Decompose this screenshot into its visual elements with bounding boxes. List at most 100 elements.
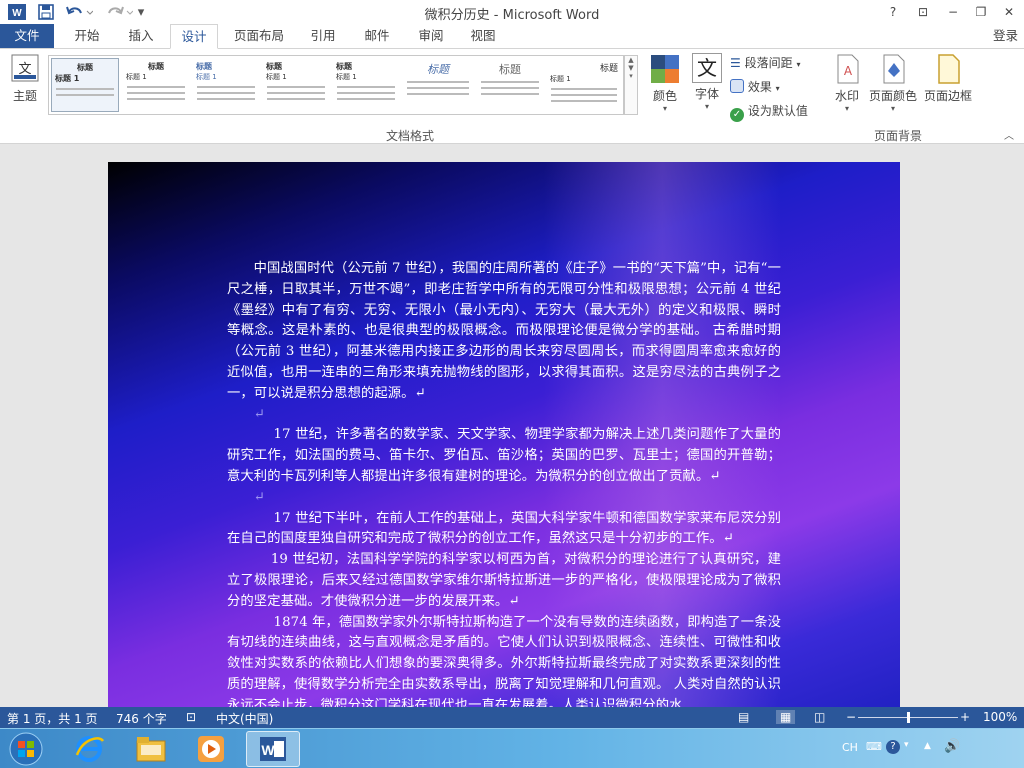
- zoom-in-button[interactable]: +: [960, 710, 970, 724]
- document-page[interactable]: 中国战国时代（公元前 7 世纪），我国的庄周所著的《庄子》一书的“天下篇”中，记…: [108, 162, 900, 707]
- show-hidden-icons-icon[interactable]: ▲: [924, 741, 931, 751]
- tab-design[interactable]: 设计: [170, 24, 218, 49]
- style-subheading: 标题 1: [336, 73, 357, 81]
- group-document-formatting: 文档格式: [386, 129, 435, 143]
- style-gallery-item[interactable]: 标题 标题 1: [263, 58, 329, 112]
- tab-mailings[interactable]: 邮件: [354, 24, 400, 48]
- svg-text:W: W: [261, 742, 275, 758]
- tab-home[interactable]: 开始: [64, 24, 110, 48]
- title-bar: W ▾ 微积分历史 - Microsoft Word ? ⊡ − ❐ ✕: [0, 0, 1024, 24]
- colors-icon: [650, 53, 680, 85]
- tab-file[interactable]: 文件: [0, 24, 54, 48]
- web-layout-icon[interactable]: ◫: [814, 710, 825, 724]
- ribbon-design: 文 主题 标题 标题 1 标题 标题 1 标题 标题 1 标题 标题 1 标题 …: [0, 48, 1024, 144]
- colors-label: 颜色: [652, 89, 677, 103]
- themes-icon: 文: [10, 53, 40, 85]
- style-gallery-item[interactable]: 标题 标题 1: [123, 58, 189, 112]
- document-body[interactable]: 中国战国时代（公元前 7 世纪），我国的庄周所著的《庄子》一书的“天下篇”中，记…: [227, 259, 781, 707]
- fonts-button[interactable]: 文 字体 ▾: [688, 53, 726, 111]
- proofing-icon[interactable]: ⊡: [186, 710, 196, 724]
- window-title: 微积分历史 - Microsoft Word: [424, 8, 600, 23]
- style-gallery-item[interactable]: 标题 标题 1: [333, 58, 399, 112]
- zoom-slider-thumb[interactable]: [906, 712, 910, 723]
- ribbon-tabs: 文件 开始 插入 设计 页面布局 引用 邮件 审阅 视图 登录: [0, 24, 1024, 49]
- style-subheading: 标题 1: [550, 75, 571, 83]
- style-gallery-item[interactable]: 标题: [477, 58, 543, 112]
- tray-options-icon[interactable]: ▾: [904, 740, 909, 750]
- style-heading: 标题: [196, 62, 212, 71]
- style-heading: 标题: [599, 64, 618, 74]
- paragraph-spacing-label: 段落间距: [744, 56, 793, 70]
- themes-button[interactable]: 文 主题: [6, 53, 44, 104]
- page-borders-button[interactable]: 页面边框: [922, 53, 974, 104]
- page-color-icon: [878, 53, 908, 85]
- style-subheading: 标题 1: [55, 74, 80, 83]
- minimize-button[interactable]: −: [941, 2, 965, 22]
- language-indicator[interactable]: 中文(中国): [216, 710, 273, 727]
- style-subheading: 标题 1: [266, 73, 287, 81]
- chevron-down-icon: ▾: [775, 84, 780, 93]
- group-page-background: 页面背景: [874, 129, 923, 143]
- page-borders-label: 页面边框: [923, 89, 972, 103]
- paragraph-spacing-button[interactable]: ☰ 段落间距 ▾: [730, 53, 800, 73]
- tab-page-layout[interactable]: 页面布局: [226, 24, 292, 48]
- zoom-out-button[interactable]: −: [846, 710, 856, 724]
- svg-text:A: A: [844, 64, 853, 78]
- read-mode-icon[interactable]: ▤: [738, 710, 749, 724]
- effects-label: 效果: [747, 80, 772, 94]
- maximize-button[interactable]: ❐: [969, 2, 993, 22]
- checkmark-icon: ✓: [730, 108, 744, 122]
- watermark-button[interactable]: A 水印 ▾: [830, 53, 864, 113]
- style-gallery-item[interactable]: 标题 标题 1: [51, 58, 119, 112]
- ribbon-display-button[interactable]: ⊡: [911, 2, 935, 22]
- file-explorer-icon[interactable]: [124, 731, 178, 767]
- set-as-default-button[interactable]: ✓ 设为默认值: [730, 101, 808, 122]
- page-count[interactable]: 第 1 页，共 1 页: [7, 710, 98, 727]
- status-bar: 第 1 页，共 1 页 746 个字 ⊡ 中文(中国) ▤ ▦ ◫ − + 10…: [0, 707, 1024, 728]
- page-color-button[interactable]: 页面颜色 ▾: [866, 53, 920, 113]
- tray-language[interactable]: CH: [842, 741, 858, 754]
- zoom-level[interactable]: 100%: [983, 710, 1017, 724]
- gallery-scroll[interactable]: ▲ ▼ ▾: [624, 55, 638, 115]
- set-as-default-label: 设为默认值: [747, 104, 808, 118]
- collapse-ribbon-icon[interactable]: ︿: [1004, 127, 1014, 142]
- tab-references[interactable]: 引用: [300, 24, 346, 48]
- microsoft-word-taskbar-icon[interactable]: W: [246, 731, 300, 767]
- word-count[interactable]: 746 个字: [116, 710, 167, 727]
- paragraph-spacing-icon: ☰: [730, 56, 741, 70]
- volume-icon[interactable]: 🔊: [944, 739, 960, 754]
- watermark-dropdown-icon: ▾: [844, 104, 849, 113]
- paragraph: 中国战国时代（公元前 7 世纪），我国的庄周所著的《庄子》一书的“天下篇”中，记…: [227, 261, 781, 401]
- colors-button[interactable]: 颜色 ▾: [644, 53, 686, 113]
- media-player-icon[interactable]: [184, 731, 238, 767]
- style-gallery-item[interactable]: 标题 标题 1: [547, 58, 621, 112]
- close-button[interactable]: ✕: [997, 2, 1021, 22]
- effects-button[interactable]: 效果 ▾: [730, 77, 780, 97]
- zoom-slider[interactable]: [858, 712, 958, 723]
- empty-paragraph: ↵: [253, 406, 265, 422]
- themes-label: 主题: [12, 89, 37, 103]
- style-heading: 标题: [266, 62, 282, 71]
- sign-in-link[interactable]: 登录: [993, 24, 1018, 48]
- style-subheading: 标题 1: [196, 73, 217, 81]
- keyboard-icon[interactable]: ⌨: [866, 740, 882, 753]
- tab-review[interactable]: 审阅: [408, 24, 454, 48]
- style-gallery: 标题 标题 1 标题 标题 1 标题 标题 1 标题 标题 1 标题 标题 1 …: [48, 55, 624, 115]
- style-heading: 标题: [336, 62, 352, 71]
- paragraph: 17 世纪下半叶，在前人工作的基础上，英国大科学家牛顿和德国数学家莱布尼茨分别在…: [227, 510, 781, 547]
- tab-view[interactable]: 视图: [460, 24, 506, 48]
- document-area: 中国战国时代（公元前 7 世纪），我国的庄周所著的《庄子》一书的“天下篇”中，记…: [0, 144, 1024, 707]
- help-icon[interactable]: ?: [886, 740, 900, 754]
- internet-explorer-icon[interactable]: [62, 731, 116, 767]
- tab-insert[interactable]: 插入: [118, 24, 164, 48]
- help-button[interactable]: ?: [881, 2, 905, 22]
- watermark-icon: A: [832, 53, 862, 85]
- fonts-dropdown-icon: ▾: [704, 102, 709, 111]
- start-orb-icon[interactable]: [2, 731, 50, 767]
- print-layout-icon[interactable]: ▦: [776, 710, 796, 724]
- style-heading: 标题: [148, 62, 164, 71]
- paragraph: 19 世纪初，法国科学学院的科学家以柯西为首，对微积分的理论进行了认真研究，建立…: [227, 552, 781, 609]
- fonts-label: 字体: [694, 87, 719, 101]
- style-gallery-item[interactable]: 标题 标题 1: [193, 58, 259, 112]
- style-gallery-item[interactable]: 标题: [403, 58, 473, 112]
